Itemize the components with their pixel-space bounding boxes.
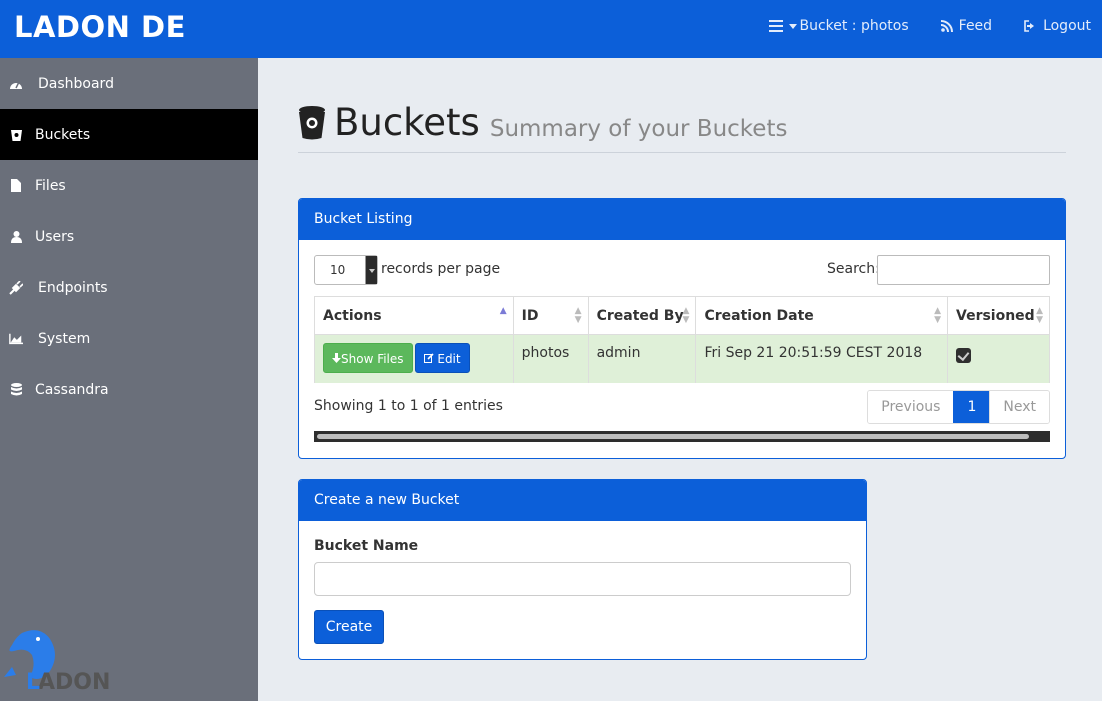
- sidebar-item-users[interactable]: Users: [0, 211, 258, 262]
- sort-icon: ▲ ▼: [934, 306, 941, 325]
- next-page-button[interactable]: Next: [989, 391, 1049, 423]
- sidebar-item-endpoints[interactable]: Endpoints: [0, 262, 258, 313]
- page-length-label: records per page: [381, 261, 501, 277]
- sidebar-item-label: Cassandra: [35, 381, 109, 398]
- sidebar-item-label: Users: [35, 228, 75, 245]
- bucket-table: Actions ▲ ID ▲ ▼ Created By ▲ ▼ Creation D…: [314, 296, 1050, 383]
- table-info: Showing 1 to 1 of 1 entries: [314, 398, 503, 414]
- versioned-cell: [947, 334, 1050, 383]
- database-icon: [9, 383, 23, 397]
- file-icon: [9, 179, 23, 193]
- bucket-dropdown-label: Bucket : photos: [799, 18, 909, 34]
- select-arrow-icon: [365, 256, 377, 284]
- brand-title[interactable]: LADON DE: [14, 10, 186, 44]
- user-icon: [9, 230, 23, 244]
- sign-out-icon: [1024, 20, 1035, 32]
- column-header-created-by[interactable]: Created By ▲ ▼: [587, 296, 697, 335]
- page-title: Buckets: [334, 101, 480, 144]
- create-button[interactable]: Create: [314, 610, 384, 644]
- page-header: Buckets Summary of your Buckets: [298, 100, 1066, 153]
- horizontal-scrollbar[interactable]: [314, 431, 1050, 442]
- top-nav: Bucket : photos Feed Logout: [737, 18, 1091, 34]
- sidebar-item-label: Dashboard: [38, 75, 114, 92]
- sidebar: Dashboard Buckets Files Users Endpoints …: [0, 58, 258, 701]
- ladon-logo: ADON L: [4, 630, 110, 695]
- bucket-icon: [9, 128, 23, 142]
- bucket-dropdown[interactable]: Bucket : photos: [769, 18, 909, 34]
- creation-date-cell: Fri Sep 21 20:51:59 CEST 2018: [695, 334, 948, 383]
- sort-asc-icon: ▲: [499, 306, 507, 316]
- sort-icon: ▲ ▼: [682, 306, 690, 325]
- column-header-creation-date[interactable]: Creation Date ▲ ▼: [695, 296, 948, 335]
- scrollbar-thumb[interactable]: [317, 434, 1029, 439]
- bucket-icon: [299, 106, 325, 140]
- column-header-versioned[interactable]: Versioned ▲ ▼: [947, 296, 1050, 335]
- sidebar-item-cassandra[interactable]: Cassandra: [0, 364, 258, 415]
- column-header-actions[interactable]: Actions ▲: [314, 296, 514, 335]
- created-by-cell: admin: [587, 334, 697, 383]
- table-row: Show Files Edit photos admin Fri Sep 21 …: [314, 334, 1050, 383]
- actions-cell: Show Files Edit: [314, 334, 514, 383]
- page-subtitle: Summary of your Buckets: [489, 116, 788, 142]
- svg-text:ADON: ADON: [38, 670, 110, 695]
- sidebar-item-files[interactable]: Files: [0, 160, 258, 211]
- search-label: Search:: [827, 261, 880, 277]
- create-bucket-panel: Create a new Bucket Bucket Name Create: [298, 479, 867, 660]
- list-icon: [769, 20, 784, 32]
- sidebar-item-label: Buckets: [35, 126, 91, 143]
- sidebar-item-label: Endpoints: [38, 279, 108, 296]
- search-input[interactable]: [877, 255, 1050, 285]
- panel-title: Create a new Bucket: [299, 480, 866, 521]
- sidebar-item-buckets[interactable]: Buckets: [0, 109, 258, 160]
- feed-link[interactable]: Feed: [940, 18, 993, 34]
- table-header-row: Actions ▲ ID ▲ ▼ Created By ▲ ▼ Creation D…: [314, 296, 1050, 335]
- sort-icon: ▲ ▼: [574, 306, 582, 325]
- svg-text:L: L: [26, 670, 40, 695]
- bucket-listing-panel: Bucket Listing 10 records per page Searc…: [298, 198, 1066, 459]
- sidebar-item-system[interactable]: System: [0, 313, 258, 364]
- area-chart-icon: [9, 332, 23, 346]
- show-files-button[interactable]: Show Files: [323, 343, 413, 373]
- id-cell: photos: [512, 334, 589, 383]
- edit-button[interactable]: Edit: [414, 343, 470, 373]
- arrow-down-icon: [332, 353, 341, 363]
- sidebar-item-label: System: [38, 330, 91, 347]
- caret-down-icon: [789, 23, 798, 29]
- plug-icon: [9, 280, 23, 295]
- page-length-select[interactable]: 10: [314, 255, 378, 285]
- previous-page-button[interactable]: Previous: [868, 391, 954, 423]
- dashboard-icon: [9, 77, 23, 91]
- sort-icon: ▲ ▼: [1036, 306, 1043, 325]
- versioned-checkbox[interactable]: [956, 348, 971, 363]
- logout-label: Logout: [1043, 18, 1091, 34]
- bucket-name-label: Bucket Name: [314, 538, 419, 554]
- bucket-name-input[interactable]: [314, 562, 851, 596]
- feed-label: Feed: [958, 18, 993, 34]
- panel-title: Bucket Listing: [299, 199, 1065, 240]
- page-1-button[interactable]: 1: [953, 391, 990, 423]
- rss-icon: [940, 20, 953, 32]
- sidebar-item-dashboard[interactable]: Dashboard: [0, 58, 258, 109]
- top-navbar: LADON DE Bucket : photos Feed Logout: [0, 0, 1102, 58]
- page-length-value: 10: [330, 263, 346, 277]
- logout-link[interactable]: Logout: [1024, 18, 1091, 34]
- column-header-id[interactable]: ID ▲ ▼: [512, 296, 589, 335]
- pagination: Previous 1 Next: [867, 390, 1050, 424]
- edit-icon: [423, 353, 434, 363]
- sidebar-item-label: Files: [35, 177, 66, 194]
